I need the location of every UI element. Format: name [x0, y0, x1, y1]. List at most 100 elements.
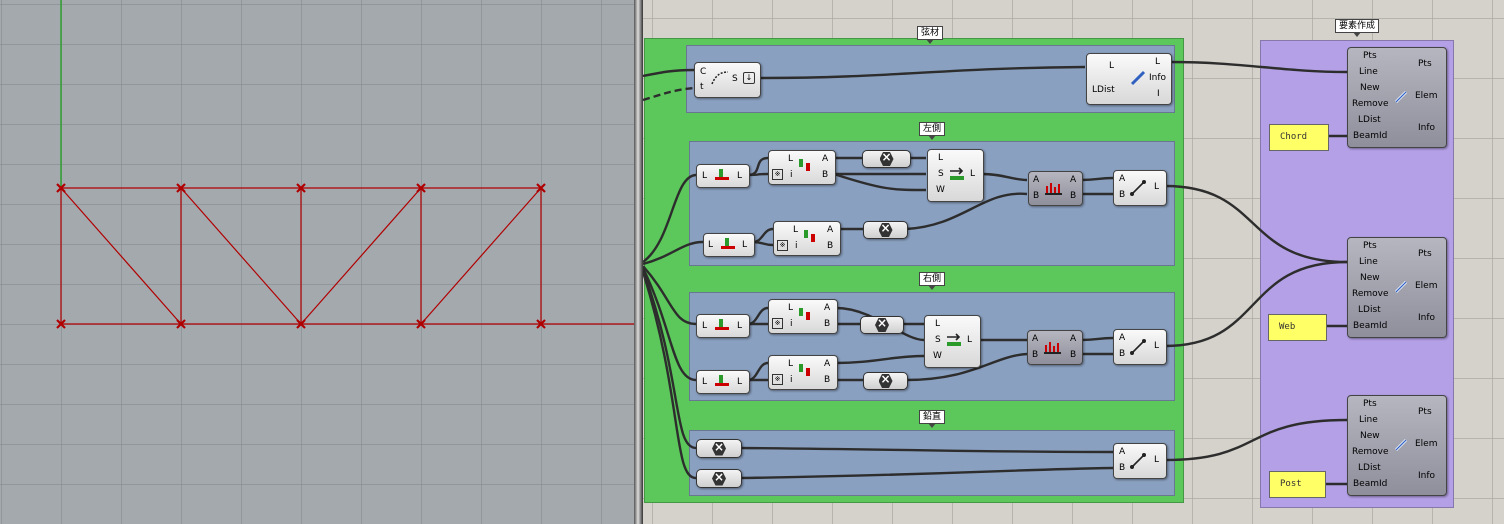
- input-L: L: [702, 321, 708, 331]
- output-B: B: [827, 241, 834, 251]
- negate-component-6[interactable]: [696, 469, 742, 488]
- beam-component-chord[interactable]: Pts Line New Remove LDist BeamId Pts Ele…: [1347, 47, 1447, 148]
- list-item-icon: [715, 319, 729, 330]
- line-component-2[interactable]: A B L: [1113, 329, 1167, 365]
- output-I: I: [1157, 89, 1160, 99]
- list-item-component-4[interactable]: L L: [696, 370, 750, 394]
- input-B: B: [1119, 463, 1126, 473]
- output-A: A: [824, 359, 831, 369]
- input-S: S: [935, 335, 941, 345]
- input-B: B: [1119, 349, 1126, 359]
- input-New: New: [1360, 273, 1380, 283]
- input-A: A: [1119, 447, 1126, 457]
- dispatch-icon: [799, 159, 810, 171]
- input-t: t: [700, 82, 704, 92]
- rhino-viewport[interactable]: [0, 0, 634, 524]
- output-L: L: [737, 377, 743, 387]
- panel-web[interactable]: Web: [1268, 314, 1327, 341]
- negate-icon: [878, 374, 893, 388]
- input-BeamId: BeamId: [1353, 479, 1388, 489]
- input-L: L: [788, 359, 794, 369]
- dispatch-icon: [799, 364, 810, 376]
- input-Remove: Remove: [1352, 289, 1389, 299]
- negate-component-2[interactable]: [863, 221, 908, 239]
- input-B: B: [1032, 350, 1039, 360]
- input-BeamId: BeamId: [1353, 131, 1388, 141]
- input-New: New: [1360, 83, 1380, 93]
- output-A: A: [1070, 175, 1077, 185]
- dispatch-icon: [804, 230, 815, 242]
- negate-icon: [875, 318, 889, 332]
- linedist-component[interactable]: L LDist L Info I: [1086, 53, 1172, 105]
- input-LDist: LDist: [1358, 115, 1381, 125]
- list-item-icon: [715, 169, 729, 180]
- panel-post[interactable]: Post: [1269, 471, 1326, 498]
- negate-component-5[interactable]: [696, 439, 742, 458]
- negate-icon: [712, 441, 726, 456]
- output-L: L: [970, 169, 976, 179]
- negate-component-4[interactable]: [863, 372, 908, 390]
- negate-component-1[interactable]: [862, 150, 911, 168]
- grasshopper-canvas[interactable]: 弦材 左側 右側 鉛直 要素作成 C t S ↓ L LDist L Info …: [643, 0, 1504, 524]
- list-item-component-3[interactable]: L L: [696, 314, 750, 338]
- output-A: A: [1070, 334, 1077, 344]
- merge-component-2[interactable]: A B A B: [1027, 330, 1083, 365]
- dispatch-component-3[interactable]: L i ※ A B: [768, 299, 838, 334]
- beam-component-web[interactable]: Pts Line New Remove LDist BeamId Pts Ele…: [1347, 237, 1447, 338]
- input-Line: Line: [1359, 415, 1378, 425]
- output-A: A: [824, 303, 831, 313]
- input-BeamId: BeamId: [1353, 321, 1388, 331]
- output-Elem: Elem: [1415, 91, 1438, 101]
- input-C: C: [700, 67, 707, 77]
- pattern-icon: ※: [772, 318, 783, 329]
- output-Info: Info: [1418, 123, 1436, 133]
- negate-icon: [878, 223, 893, 237]
- input-B: B: [1033, 191, 1040, 201]
- merge-icon: [1044, 342, 1061, 354]
- output-Elem: Elem: [1415, 281, 1438, 291]
- negate-component-3[interactable]: [860, 316, 904, 334]
- list-item-component-2[interactable]: L L: [703, 233, 755, 257]
- output-L: L: [1155, 57, 1161, 67]
- dispatch-component-1[interactable]: L i ※ A B: [768, 150, 836, 185]
- input-LDist: LDist: [1092, 85, 1115, 95]
- web-3: [300, 187, 422, 325]
- output-B: B: [824, 319, 831, 329]
- beam-component-post[interactable]: Pts Line New Remove LDist BeamId Pts Ele…: [1347, 395, 1447, 496]
- web-1: [60, 187, 182, 325]
- flatten-icon: ↓: [743, 72, 755, 84]
- input-Line: Line: [1359, 257, 1378, 267]
- curve-icon: [711, 71, 729, 85]
- input-Pts: Pts: [1363, 399, 1377, 409]
- input-A: A: [1032, 334, 1039, 344]
- input-L: L: [788, 303, 794, 313]
- input-L: L: [1109, 61, 1115, 71]
- input-LDist: LDist: [1358, 305, 1381, 315]
- curve-component[interactable]: C t S ↓: [694, 62, 761, 98]
- list-item-component-1[interactable]: L L: [696, 164, 750, 188]
- input-LDist: LDist: [1358, 463, 1381, 473]
- input-New: New: [1360, 431, 1380, 441]
- input-i: i: [795, 241, 798, 251]
- dispatch-component-4[interactable]: L i ※ A B: [768, 355, 838, 390]
- dispatch-component-2[interactable]: L i ※ A B: [773, 221, 841, 256]
- line-icon: [1130, 453, 1146, 469]
- line-component-1[interactable]: A B L: [1113, 170, 1167, 206]
- line-component-3[interactable]: A B L: [1113, 443, 1167, 479]
- output-B: B: [1070, 350, 1077, 360]
- panel-chord[interactable]: Chord: [1269, 124, 1329, 151]
- output-A: A: [827, 225, 834, 235]
- weave-component-1[interactable]: L S W L: [927, 149, 984, 202]
- weave-icon: [950, 167, 964, 180]
- output-L: L: [1154, 182, 1160, 192]
- output-Info: Info: [1149, 73, 1167, 83]
- negate-icon: [712, 471, 726, 486]
- weave-component-2[interactable]: L S W L: [924, 315, 981, 368]
- input-L: L: [935, 319, 941, 329]
- line-icon: [1130, 180, 1146, 196]
- output-L: L: [737, 171, 743, 181]
- input-L: L: [702, 171, 708, 181]
- panel-splitter[interactable]: [634, 0, 643, 524]
- beam-icon: [1394, 90, 1408, 104]
- merge-component-1[interactable]: A B A B: [1028, 171, 1083, 206]
